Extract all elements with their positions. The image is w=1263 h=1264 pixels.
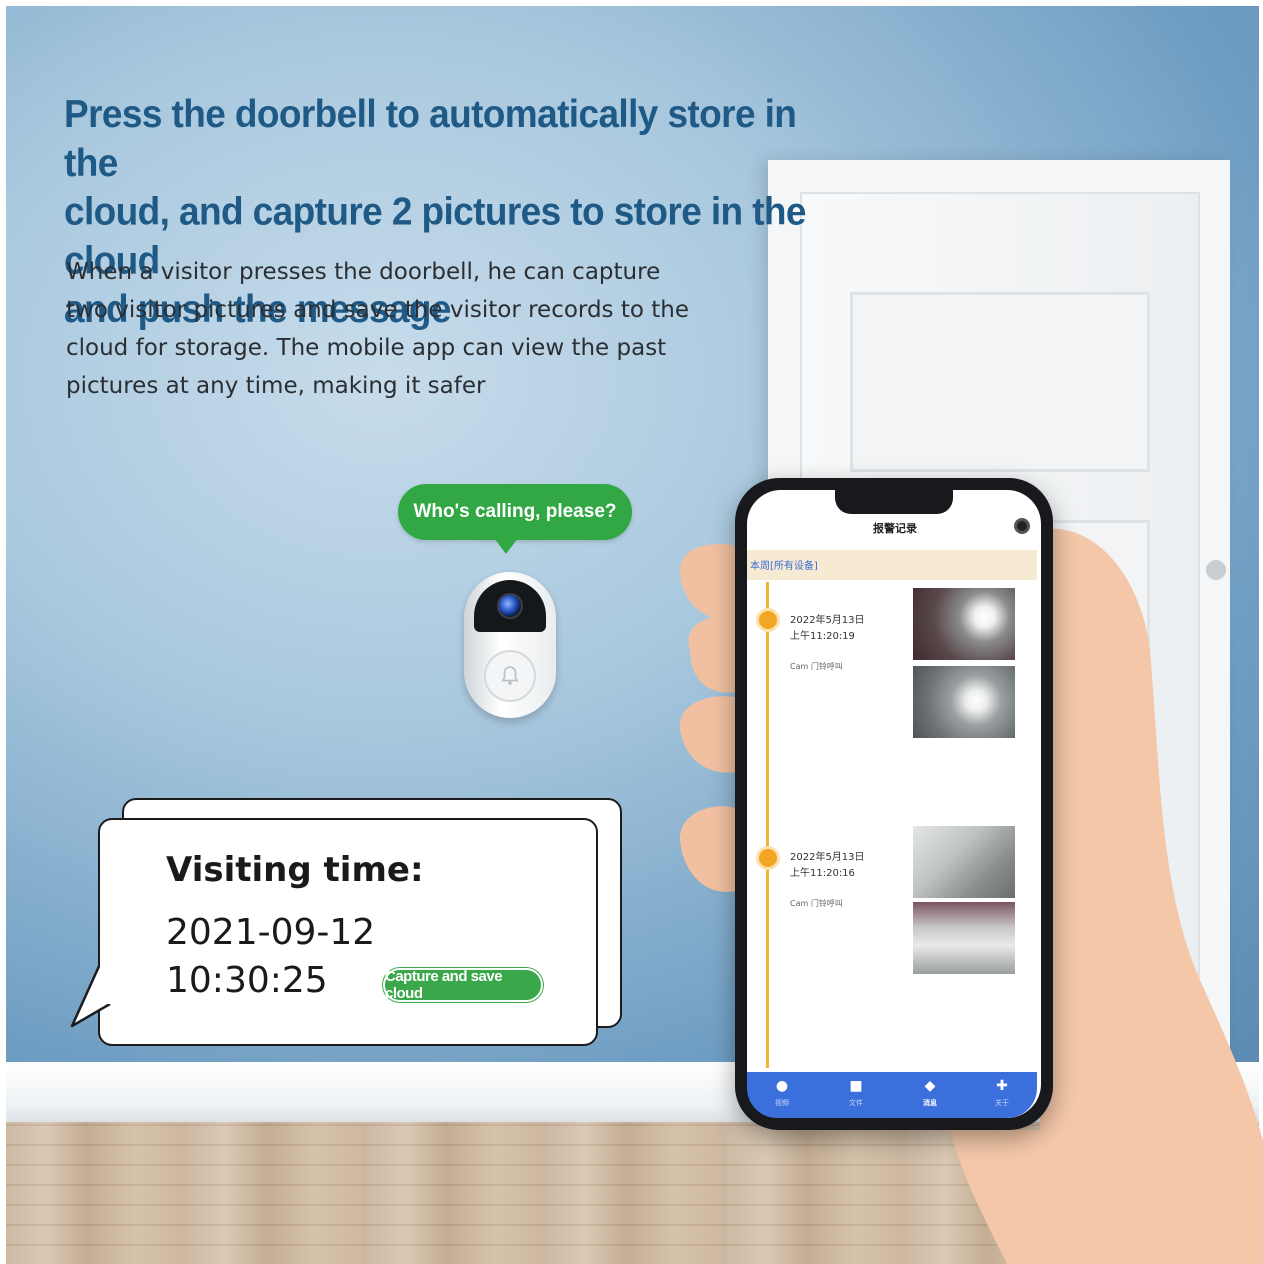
capture-badge: Capture and save cloud	[383, 968, 543, 1002]
record-source: Cam 门铃呼叫	[790, 899, 843, 908]
visit-time: 10:30:25	[166, 960, 328, 1001]
tab-label: 关于	[995, 1099, 1009, 1107]
bell-icon	[501, 666, 519, 685]
tab-about[interactable]: ✚ 关于	[982, 1078, 1022, 1108]
filter-text[interactable]: 本周[所有设备]	[750, 557, 818, 572]
tab-video[interactable]: ● 视频	[762, 1078, 802, 1108]
description-line: pictures at any time, making it safer	[66, 373, 486, 399]
visit-date: 2021-09-12	[166, 912, 376, 953]
record-thumbnail[interactable]	[913, 826, 1015, 898]
product-scene: Press the doorbell to automatically stor…	[0, 0, 1263, 1264]
description: When a visitor presses the doorbell, he …	[66, 253, 766, 405]
description-line: two visitor pictures and save the visito…	[66, 297, 689, 323]
record-icon[interactable]	[1014, 518, 1030, 534]
camera-lens-icon	[497, 593, 523, 619]
folder-icon: ■	[849, 1078, 863, 1094]
record-source: Cam 门铃呼叫	[790, 662, 843, 671]
record-thumbnail[interactable]	[913, 902, 1015, 974]
message-icon: ◆	[924, 1078, 936, 1094]
bell-icon	[756, 608, 780, 632]
visit-card-tail	[70, 964, 130, 1028]
description-line: cloud for storage. The mobile app can vi…	[66, 335, 667, 361]
speech-bubble: Who's calling, please?	[398, 484, 632, 554]
doorbell-button	[484, 650, 536, 702]
phone-notch	[835, 488, 953, 514]
record-date: 2022年5月13日	[790, 852, 865, 863]
record-thumbnail[interactable]	[913, 666, 1015, 738]
visit-time-label: Visiting time:	[166, 850, 424, 890]
timeline-line	[766, 582, 769, 1068]
record-time: 上午11:20:19	[790, 631, 855, 642]
app-screen	[747, 490, 1041, 1118]
tab-label: 消息	[923, 1099, 937, 1107]
tab-label: 文件	[849, 1099, 863, 1107]
door-panel-top	[850, 292, 1150, 472]
record-thumbnail[interactable]	[913, 588, 1015, 660]
description-line: When a visitor presses the doorbell, he …	[66, 259, 661, 285]
app-title: 报警记录	[873, 522, 917, 535]
tab-files[interactable]: ■ 文件	[836, 1078, 876, 1108]
bell-icon	[756, 846, 780, 870]
tab-label: 视频	[775, 1099, 789, 1107]
headline-line: Press the doorbell to automatically stor…	[64, 92, 797, 185]
record-date: 2022年5月13日	[790, 615, 865, 626]
record-time: 上午11:20:16	[790, 868, 855, 879]
tab-messages[interactable]: ◆ 消息	[910, 1078, 950, 1108]
puzzle-icon: ✚	[996, 1078, 1008, 1094]
video-icon: ●	[775, 1078, 789, 1094]
